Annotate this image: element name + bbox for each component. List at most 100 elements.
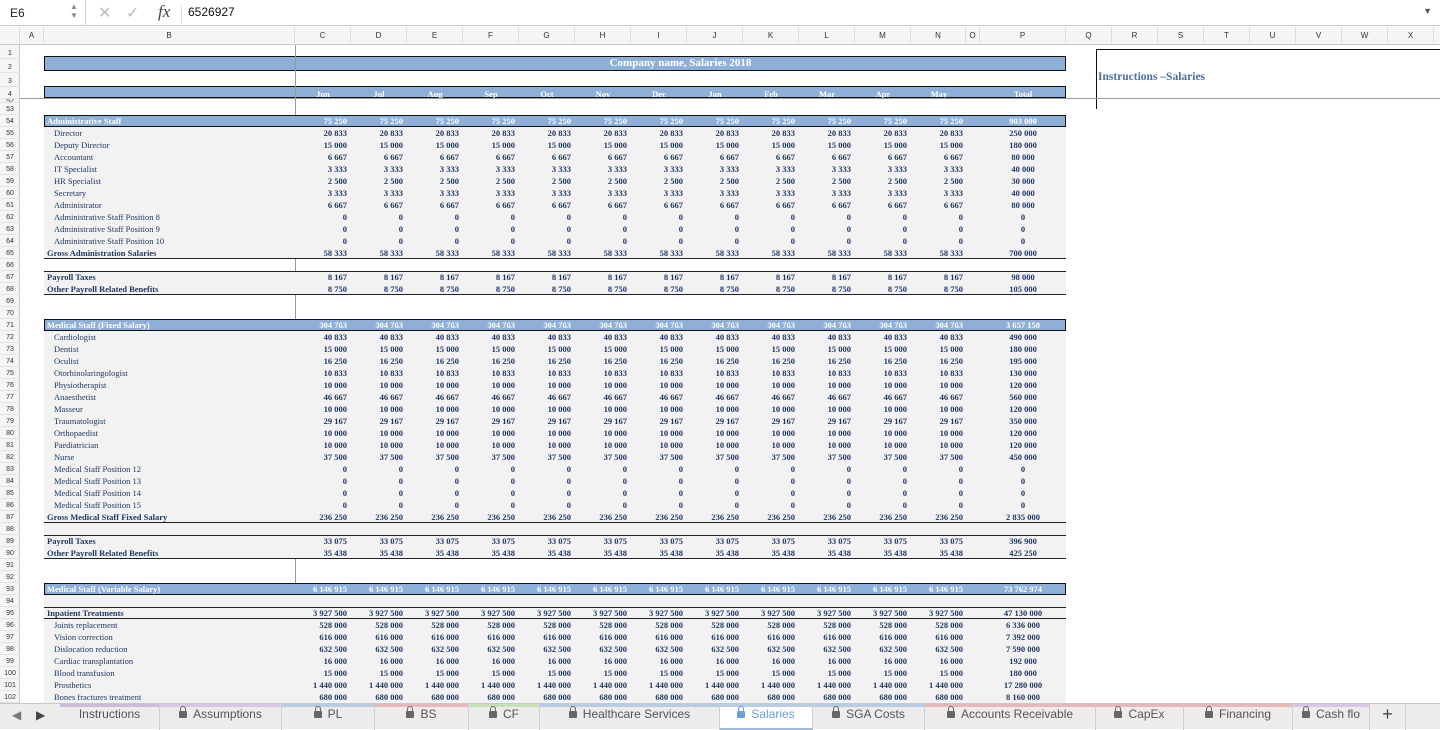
total-value-cell[interactable]: 120 000 <box>980 427 1066 439</box>
column-header-M[interactable]: M <box>855 27 911 45</box>
month-value-cell[interactable]: 10 000 <box>351 427 407 439</box>
row-header-76[interactable]: 76 <box>0 379 20 391</box>
month-value-cell[interactable]: 0 <box>799 499 855 511</box>
month-value-cell[interactable]: 0 <box>575 463 631 475</box>
month-value-cell[interactable]: 632 500 <box>575 643 631 655</box>
column-header-J[interactable]: J <box>687 27 743 45</box>
month-value-cell[interactable]: 6 667 <box>351 199 407 211</box>
month-value-cell[interactable]: 0 <box>575 487 631 499</box>
month-value-cell[interactable]: 0 <box>519 487 575 499</box>
month-value-cell[interactable]: 0 <box>855 463 911 475</box>
row-header-55[interactable]: 55 <box>0 127 20 139</box>
month-value-cell[interactable]: 10 000 <box>519 439 575 451</box>
month-value-cell[interactable]: 1 440 000 <box>687 679 743 691</box>
month-value-cell[interactable]: 15 000 <box>295 667 351 679</box>
month-value-cell[interactable]: 10 000 <box>351 439 407 451</box>
month-value-cell[interactable]: 8 167 <box>407 271 463 283</box>
month-value-cell[interactable]: 1 440 000 <box>575 679 631 691</box>
row-header-98[interactable]: 98 <box>0 643 20 655</box>
month-value-cell[interactable]: 6 146 915 <box>295 583 351 595</box>
row-header-58[interactable]: 58 <box>0 163 20 175</box>
total-value-cell[interactable]: 130 000 <box>980 367 1066 379</box>
month-value-cell[interactable]: 8 167 <box>463 271 519 283</box>
row-header-54[interactable]: 54 <box>0 115 20 127</box>
month-value-cell[interactable]: 46 667 <box>519 391 575 403</box>
month-value-cell[interactable]: 20 833 <box>351 127 407 139</box>
total-value-cell[interactable]: 350 000 <box>980 415 1066 427</box>
month-value-cell[interactable]: 0 <box>351 235 407 247</box>
month-value-cell[interactable]: 10 000 <box>911 427 967 439</box>
month-value-cell[interactable]: 3 333 <box>855 163 911 175</box>
month-value-cell[interactable]: 6 146 915 <box>743 583 799 595</box>
month-value-cell[interactable]: 0 <box>463 235 519 247</box>
month-value-cell[interactable]: 10 000 <box>799 403 855 415</box>
row-header-71[interactable]: 71 <box>0 319 20 331</box>
month-value-cell[interactable]: 680 000 <box>295 691 351 703</box>
month-value-cell[interactable]: 10 000 <box>575 379 631 391</box>
sheet-tab-bs[interactable]: BS <box>375 704 469 730</box>
month-value-cell[interactable]: 680 000 <box>575 691 631 703</box>
row-header-79[interactable]: 79 <box>0 415 20 427</box>
month-value-cell[interactable]: 0 <box>799 235 855 247</box>
month-value-cell[interactable]: 15 000 <box>519 343 575 355</box>
month-value-cell[interactable]: 6 667 <box>519 151 575 163</box>
month-value-cell[interactable]: 15 000 <box>575 343 631 355</box>
month-value-cell[interactable]: 15 000 <box>743 667 799 679</box>
month-value-cell[interactable]: 20 833 <box>855 127 911 139</box>
month-value-cell[interactable]: 616 000 <box>911 631 967 643</box>
month-value-cell[interactable]: 15 000 <box>799 343 855 355</box>
month-value-cell[interactable]: 0 <box>351 499 407 511</box>
month-value-cell[interactable]: 20 833 <box>575 127 631 139</box>
month-value-cell[interactable]: 0 <box>351 475 407 487</box>
sheet-tab-salaries[interactable]: Salaries <box>720 704 813 730</box>
month-value-cell[interactable]: 616 000 <box>575 631 631 643</box>
row-header-81[interactable]: 81 <box>0 439 20 451</box>
month-value-cell[interactable]: 616 000 <box>463 631 519 643</box>
month-value-cell[interactable]: 75 250 <box>407 115 463 127</box>
row-header-86[interactable]: 86 <box>0 499 20 511</box>
month-value-cell[interactable]: 0 <box>631 223 687 235</box>
month-value-cell[interactable]: 6 667 <box>911 199 967 211</box>
month-value-cell[interactable]: 6 146 915 <box>407 583 463 595</box>
month-value-cell[interactable]: 15 000 <box>743 343 799 355</box>
month-value-cell[interactable]: 6 146 915 <box>351 583 407 595</box>
month-value-cell[interactable]: 33 075 <box>463 535 519 547</box>
month-value-cell[interactable]: 6 667 <box>295 199 351 211</box>
month-value-cell[interactable]: 8 167 <box>295 271 351 283</box>
month-value-cell[interactable]: 33 075 <box>911 535 967 547</box>
month-value-cell[interactable]: 3 333 <box>351 163 407 175</box>
month-value-cell[interactable]: 304 763 <box>911 319 967 331</box>
month-value-cell[interactable]: 16 000 <box>407 655 463 667</box>
month-value-cell[interactable]: 304 763 <box>519 319 575 331</box>
month-value-cell[interactable]: 0 <box>687 211 743 223</box>
column-header-U[interactable]: U <box>1250 27 1296 45</box>
month-value-cell[interactable]: 46 667 <box>463 391 519 403</box>
month-value-cell[interactable]: 33 075 <box>351 535 407 547</box>
total-value-cell[interactable]: 40 000 <box>980 187 1066 199</box>
month-value-cell[interactable]: 75 250 <box>743 115 799 127</box>
month-value-cell[interactable]: 0 <box>631 463 687 475</box>
sheet-tab-instructions[interactable]: Instructions <box>60 704 160 730</box>
month-value-cell[interactable]: 10 833 <box>295 367 351 379</box>
total-value-cell[interactable]: 73 762 974 <box>980 583 1066 595</box>
month-value-cell[interactable]: 10 000 <box>631 427 687 439</box>
month-value-cell[interactable]: 2 500 <box>575 175 631 187</box>
month-value-cell[interactable]: 16 250 <box>519 355 575 367</box>
month-value-cell[interactable]: 1 440 000 <box>743 679 799 691</box>
month-value-cell[interactable]: 616 000 <box>631 631 687 643</box>
month-value-cell[interactable]: 16 000 <box>575 655 631 667</box>
month-value-cell[interactable]: 6 667 <box>687 199 743 211</box>
month-value-cell[interactable]: 3 333 <box>519 187 575 199</box>
month-value-cell[interactable]: 8 167 <box>743 271 799 283</box>
month-value-cell[interactable]: 29 167 <box>407 415 463 427</box>
month-value-cell[interactable]: 0 <box>911 463 967 475</box>
month-value-cell[interactable]: 0 <box>855 499 911 511</box>
sheet-tab-financing[interactable]: Financing <box>1184 704 1293 730</box>
month-value-cell[interactable]: 2 500 <box>855 175 911 187</box>
row-header-82[interactable]: 82 <box>0 451 20 463</box>
month-value-cell[interactable]: 33 075 <box>407 535 463 547</box>
month-value-cell[interactable]: 0 <box>463 463 519 475</box>
row-header-99[interactable]: 99 <box>0 655 20 667</box>
month-value-cell[interactable]: 0 <box>407 487 463 499</box>
month-value-cell[interactable]: 46 667 <box>407 391 463 403</box>
